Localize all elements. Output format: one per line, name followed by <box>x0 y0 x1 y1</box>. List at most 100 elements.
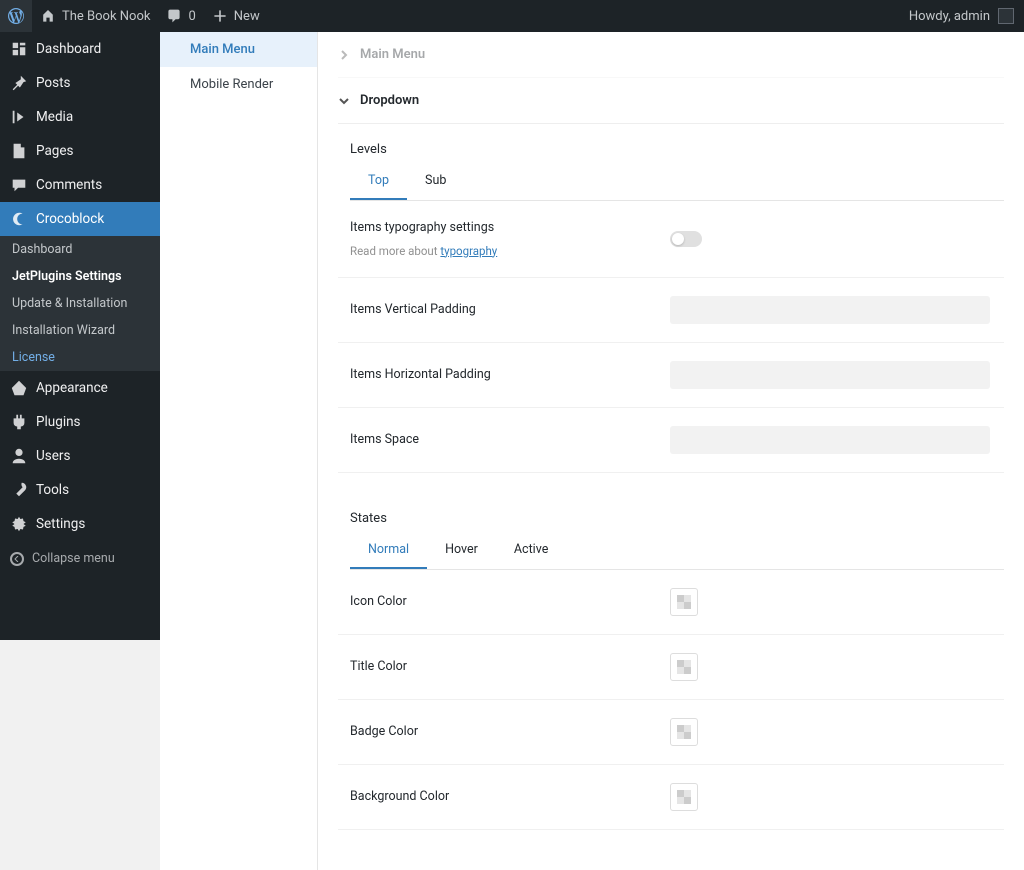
sidebar-item-pages[interactable]: Pages <box>0 134 160 168</box>
row-control <box>670 588 992 616</box>
admin-bar: The Book Nook 0 New Howdy, admin <box>0 0 1024 32</box>
tools-icon <box>10 481 28 499</box>
accordion-label: Main Menu <box>360 47 425 62</box>
collapse-menu[interactable]: Collapse menu <box>0 541 160 576</box>
settings-panel: Main Menu Dropdown Levels Top Sub Items … <box>318 32 1024 870</box>
sidebar-item-appearance[interactable]: Appearance <box>0 371 160 405</box>
settings-icon <box>10 515 28 533</box>
tab-active[interactable]: Active <box>496 532 566 569</box>
row-control <box>670 653 992 681</box>
sidebar-item-label: Plugins <box>36 414 81 430</box>
row-typography: Items typography settings Read more abou… <box>338 201 1004 278</box>
media-icon <box>10 108 28 126</box>
levels-heading: Levels <box>338 124 1004 163</box>
tab-hover[interactable]: Hover <box>427 532 496 569</box>
collapse-label: Collapse menu <box>32 551 115 566</box>
row-control <box>670 361 992 389</box>
plus-icon <box>212 8 228 24</box>
comment-icon <box>166 8 182 24</box>
comment-count: 0 <box>188 9 195 24</box>
row-subtext: Read more about typography <box>350 243 670 259</box>
row-label: Background Color <box>350 788 670 806</box>
comments-link[interactable]: 0 <box>158 0 203 32</box>
vertical-padding-input[interactable] <box>670 296 990 324</box>
badge-color-picker[interactable] <box>670 718 698 746</box>
sidebar-item-label: Tools <box>36 482 69 498</box>
levels-tabs: Top Sub <box>350 163 1004 201</box>
chevron-right-icon <box>338 49 350 61</box>
row-control <box>670 296 992 324</box>
sidebar-sub-wizard[interactable]: Installation Wizard <box>0 317 160 344</box>
accordion-dropdown[interactable]: Dropdown <box>338 78 1004 124</box>
sidebar-submenu: Dashboard JetPlugins Settings Update & I… <box>0 236 160 371</box>
admin-sidebar: Dashboard Posts Media Pages Comments Cro… <box>0 32 160 640</box>
tab-sub[interactable]: Sub <box>407 163 464 200</box>
row-title-color: Title Color <box>338 635 1004 700</box>
sidebar-item-label: Appearance <box>36 380 108 396</box>
tab-top[interactable]: Top <box>350 163 407 200</box>
chevron-down-icon <box>338 95 350 107</box>
row-icon-color: Icon Color <box>338 570 1004 635</box>
background-color-picker[interactable] <box>670 783 698 811</box>
sidebar-item-crocoblock[interactable]: Crocoblock <box>0 202 160 236</box>
home-icon <box>40 8 56 24</box>
title-color-picker[interactable] <box>670 653 698 681</box>
typography-link[interactable]: typography <box>440 244 497 258</box>
sidebar-item-label: Crocoblock <box>36 211 104 227</box>
sidebar-sub-jetplugins[interactable]: JetPlugins Settings <box>0 263 160 290</box>
subnav-main-menu[interactable]: Main Menu <box>160 32 317 67</box>
new-link[interactable]: New <box>204 0 268 32</box>
sidebar-item-label: Dashboard <box>36 41 101 57</box>
sidebar-item-tools[interactable]: Tools <box>0 473 160 507</box>
row-vertical-padding: Items Vertical Padding <box>338 278 1004 343</box>
items-space-input[interactable] <box>670 426 990 454</box>
accordion-main-menu[interactable]: Main Menu <box>338 32 1004 78</box>
site-name-link[interactable]: The Book Nook <box>32 0 158 32</box>
sidebar-item-media[interactable]: Media <box>0 100 160 134</box>
content-area: Main Menu Mobile Render Main Menu Dropdo… <box>160 0 1024 870</box>
row-horizontal-padding: Items Horizontal Padding <box>338 343 1004 408</box>
sidebar-sub-dashboard[interactable]: Dashboard <box>0 236 160 263</box>
row-label: Badge Color <box>350 723 670 741</box>
sidebar-item-users[interactable]: Users <box>0 439 160 473</box>
row-control <box>670 426 992 454</box>
subnav-mobile-render[interactable]: Mobile Render <box>160 67 317 102</box>
states-tabs: Normal Hover Active <box>350 532 1004 570</box>
sidebar-item-posts[interactable]: Posts <box>0 66 160 100</box>
row-label: Items typography settings Read more abou… <box>350 219 670 259</box>
horizontal-padding-input[interactable] <box>670 361 990 389</box>
typography-toggle-wrap <box>670 231 992 247</box>
sidebar-item-label: Comments <box>36 177 102 193</box>
row-badge-color: Badge Color <box>338 700 1004 765</box>
row-background-color: Background Color <box>338 765 1004 830</box>
sidebar-item-label: Posts <box>36 75 70 91</box>
sidebar-item-label: Media <box>36 109 73 125</box>
site-name-label: The Book Nook <box>62 9 150 24</box>
sidebar-item-comments[interactable]: Comments <box>0 168 160 202</box>
wp-logo[interactable] <box>0 0 32 32</box>
avatar[interactable] <box>998 8 1014 24</box>
sidebar-item-plugins[interactable]: Plugins <box>0 405 160 439</box>
wordpress-icon <box>8 8 24 24</box>
pin-icon <box>10 74 28 92</box>
row-title: Items typography settings <box>350 219 670 237</box>
states-heading: States <box>338 493 1004 532</box>
icon-color-picker[interactable] <box>670 588 698 616</box>
sidebar-item-settings[interactable]: Settings <box>0 507 160 541</box>
row-items-space: Items Space <box>338 408 1004 473</box>
pages-icon <box>10 142 28 160</box>
sidebar-sub-update[interactable]: Update & Installation <box>0 290 160 317</box>
sidebar-sub-license[interactable]: License <box>0 344 160 371</box>
transparency-icon <box>677 595 691 609</box>
row-control <box>670 718 992 746</box>
sidebar-item-label: Settings <box>36 516 85 532</box>
tab-normal[interactable]: Normal <box>350 532 427 569</box>
transparency-icon <box>677 660 691 674</box>
row-label: Items Horizontal Padding <box>350 366 670 384</box>
sidebar-item-dashboard[interactable]: Dashboard <box>0 32 160 66</box>
appearance-icon <box>10 379 28 397</box>
row-control <box>670 783 992 811</box>
typography-toggle[interactable] <box>670 231 702 247</box>
row-label: Title Color <box>350 658 670 676</box>
howdy-text[interactable]: Howdy, admin <box>909 9 990 24</box>
